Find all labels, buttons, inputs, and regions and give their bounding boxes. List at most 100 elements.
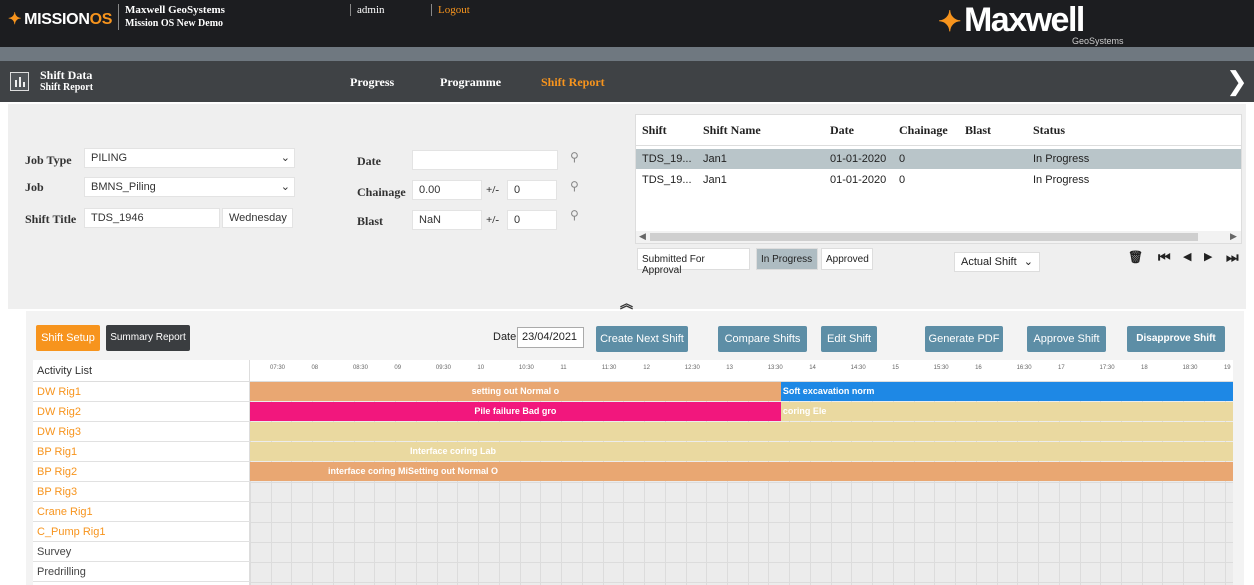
disapprove-shift-button[interactable]: Disapprove Shift — [1127, 326, 1225, 352]
shift-table: Shift Shift Name Date Chainage Blast Sta… — [635, 114, 1242, 244]
activity-item[interactable]: BP Rig2 — [33, 462, 250, 482]
gantt-bar[interactable]: Interface coring Lab — [250, 442, 1233, 461]
date-input[interactable] — [412, 150, 558, 170]
shift-type-select[interactable]: Actual Shift ⌄ — [954, 252, 1040, 272]
logo-suffix: OS — [89, 11, 113, 28]
cell-chainage: 0 — [899, 174, 906, 186]
scrollbar-thumb[interactable] — [650, 233, 1198, 241]
column-header-blast[interactable]: Blast — [965, 123, 991, 138]
time-tick-label: 07:30 — [270, 365, 286, 371]
approve-shift-button[interactable]: Approve Shift — [1027, 326, 1106, 352]
date-input[interactable]: 23/04/2021 — [517, 327, 584, 348]
activity-item[interactable]: BP Rig3 — [33, 482, 250, 502]
search-icon[interactable]: ⚲ — [570, 208, 579, 222]
brand-subtitle: GeoSystems — [1072, 36, 1124, 46]
tab-in-progress[interactable]: In Progress — [756, 248, 818, 270]
job-type-label: Job Type — [25, 153, 72, 167]
chainage-label: Chainage — [357, 185, 406, 199]
tab-progress[interactable]: Progress — [350, 75, 394, 90]
time-tick-label: 13 — [726, 365, 733, 371]
shift-setup-button[interactable]: Shift Setup — [36, 325, 100, 351]
collapse-up-icon[interactable]: ︽ — [620, 293, 633, 312]
grid-line — [250, 522, 1233, 523]
nav-bar: Shift Data Shift Report Progress Program… — [0, 61, 1254, 102]
compare-shifts-button[interactable]: Compare Shifts — [718, 326, 807, 352]
search-icon[interactable]: ⚲ — [570, 179, 579, 193]
chevron-right-icon[interactable]: ❯ — [1226, 67, 1248, 97]
cell-chainage: 0 — [899, 153, 906, 165]
job-type-select[interactable]: PILING ⌄ — [84, 148, 295, 168]
company-block: Maxwell GeoSystems Mission OS New Demo — [118, 4, 225, 30]
column-header-chainage[interactable]: Chainage — [899, 123, 948, 138]
activity-item[interactable]: DW Rig1 — [33, 382, 250, 402]
gantt-bar[interactable]: coring Ele — [780, 402, 1233, 421]
date-label: Date: — [493, 331, 520, 343]
gantt-bar[interactable]: interface coring MiSetting out Normal O — [250, 462, 1233, 481]
time-tick-label: 10 — [477, 365, 485, 371]
activity-item[interactable]: Crane Rig1 — [33, 502, 250, 522]
first-page-icon[interactable]: ⏮ — [1158, 250, 1171, 266]
activity-item[interactable]: C_Pump Rig1 — [33, 522, 250, 542]
chainage-plus-minus-label: +/- — [486, 184, 499, 196]
page-subtitle: Shift Report — [40, 82, 94, 93]
activity-item[interactable]: Predrilling — [33, 562, 250, 582]
search-icon[interactable]: ⚲ — [570, 150, 579, 164]
scroll-right-icon[interactable]: ▶ — [1230, 231, 1237, 242]
logout-link[interactable]: Logout — [431, 4, 470, 16]
gantt-bar[interactable] — [250, 422, 1233, 441]
time-tick-label: 14:30 — [850, 365, 866, 371]
trash-icon[interactable]: 🗑 — [1128, 250, 1143, 264]
generate-pdf-button[interactable]: Generate PDF — [925, 326, 1003, 352]
gantt-bar[interactable]: setting out Normal o — [250, 382, 781, 401]
time-tick-label: 12:30 — [684, 365, 700, 371]
shift-title-label: Shift Title — [25, 212, 77, 226]
chainage-tolerance-input[interactable]: 0 — [507, 180, 557, 200]
gantt-chart: Activity List DW Rig1 DW Rig2 DW Rig3 BP Ri… — [33, 360, 1233, 585]
time-tick-label: 17 — [1058, 365, 1065, 371]
time-tick-label: 09:30 — [435, 365, 451, 371]
table-row[interactable]: TDS_19... Jan1 01-01-2020 0 In Progress — [636, 170, 1241, 190]
gantt-bar[interactable]: Soft excavation norm — [780, 382, 1233, 401]
top-bar: ✦ MISSIONOS Maxwell GeoSystems Mission OS… — [0, 0, 1254, 47]
shift-type-value: Actual Shift — [961, 256, 1017, 268]
next-page-icon[interactable]: ▶ — [1204, 250, 1212, 263]
tab-programme[interactable]: Programme — [440, 75, 501, 90]
job-select[interactable]: BMNS_Piling ⌄ — [84, 177, 295, 197]
column-header-shift[interactable]: Shift — [642, 123, 667, 138]
chainage-input[interactable]: 0.00 — [412, 180, 482, 200]
shift-title-input[interactable]: TDS_1946 — [84, 208, 220, 228]
summary-report-button[interactable]: Summary Report — [106, 325, 190, 351]
tab-approved[interactable]: Approved — [821, 248, 873, 270]
scroll-left-icon[interactable]: ◀ — [639, 231, 646, 242]
time-tick-label: 11:30 — [601, 365, 617, 371]
gantt-bar[interactable]: Pile failure Bad gro — [250, 402, 781, 421]
time-tick-label: 16 — [975, 365, 982, 371]
activity-item[interactable]: BP Rig1 — [33, 442, 250, 462]
tab-shift-report[interactable]: Shift Report — [541, 75, 605, 90]
column-header-shift-name[interactable]: Shift Name — [703, 123, 761, 138]
user-name[interactable]: admin — [350, 4, 385, 16]
job-value: BMNS_Piling — [91, 181, 156, 193]
time-tick-label: 13:30 — [767, 365, 783, 371]
activity-item[interactable]: Survey — [33, 542, 250, 562]
edit-shift-button[interactable]: Edit Shift — [821, 326, 877, 352]
chart-icon — [10, 72, 29, 91]
cell-status: In Progress — [1033, 153, 1090, 165]
horizontal-scrollbar[interactable]: ◀ ▶ — [636, 231, 1241, 243]
table-row[interactable]: TDS_19... Jan1 01-01-2020 0 In Progress — [636, 149, 1241, 169]
activity-item[interactable]: DW Rig3 — [33, 422, 250, 442]
create-next-shift-button[interactable]: Create Next Shift — [596, 326, 688, 352]
blast-input[interactable]: NaN — [412, 210, 482, 230]
job-label: Job — [25, 180, 44, 194]
column-header-status[interactable]: Status — [1033, 123, 1065, 138]
tab-submitted-for-approval[interactable]: Submitted For Approval — [637, 248, 750, 276]
prev-page-icon[interactable]: ◀ — [1183, 250, 1191, 263]
activity-item[interactable]: DW Rig2 — [33, 402, 250, 422]
time-tick-label: 15:30 — [933, 365, 949, 371]
date-label: Date — [357, 154, 381, 168]
company-name: Maxwell GeoSystems — [125, 4, 225, 16]
column-header-date[interactable]: Date — [830, 123, 854, 138]
blast-tolerance-input[interactable]: 0 — [507, 210, 557, 230]
last-page-icon[interactable]: ⏭ — [1226, 250, 1239, 266]
missionos-logo[interactable]: ✦ MISSIONOS — [8, 9, 112, 29]
